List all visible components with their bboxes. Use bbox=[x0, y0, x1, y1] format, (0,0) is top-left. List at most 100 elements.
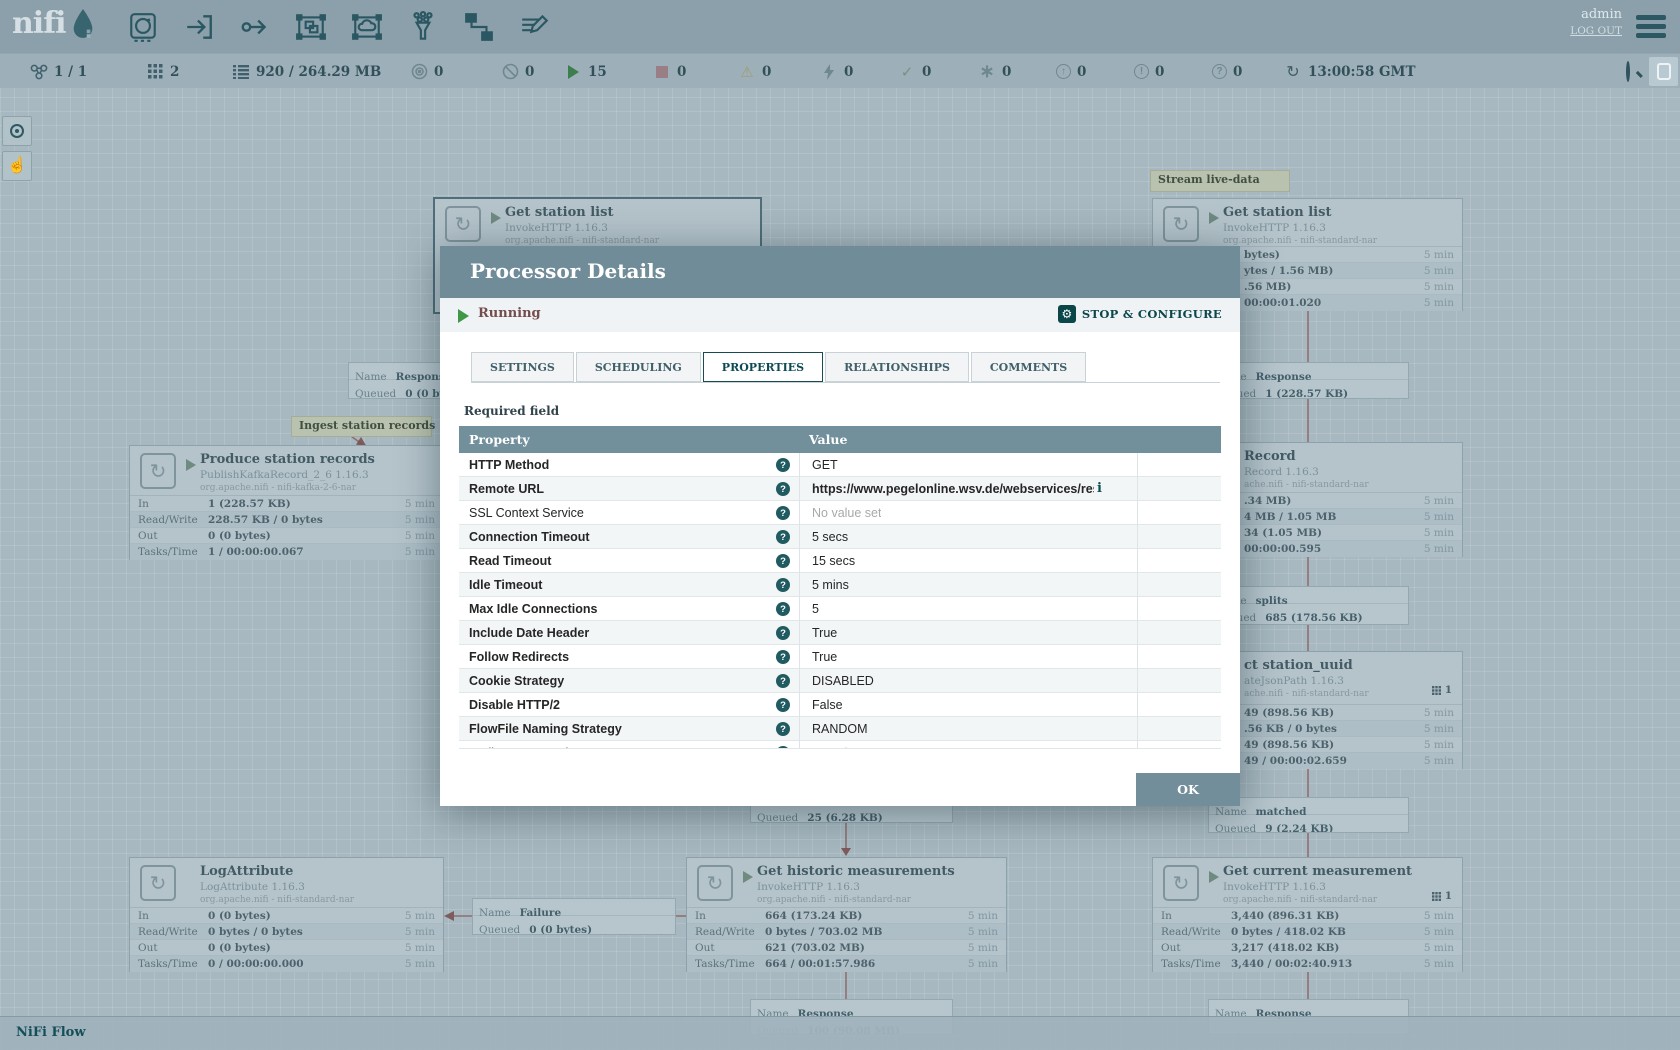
stopped-icon bbox=[653, 63, 671, 81]
processor-type: LogAttribute 1.16.3 bbox=[200, 881, 354, 893]
help-icon[interactable]: ? bbox=[776, 482, 790, 496]
dialog-header: Processor Details bbox=[440, 246, 1240, 298]
column-value: Value bbox=[799, 426, 1137, 453]
active-threads-count: 2 bbox=[170, 64, 179, 80]
tab-properties[interactable]: PROPERTIES bbox=[703, 352, 823, 382]
canvas-label[interactable]: Ingest station records bbox=[291, 416, 432, 437]
help-icon[interactable]: ? bbox=[776, 650, 790, 664]
tab-comments[interactable]: COMMENTS bbox=[971, 352, 1086, 382]
breadcrumb-bar: NiFi Flow bbox=[0, 1016, 1680, 1050]
refresh-icon[interactable]: ↻ bbox=[1284, 63, 1302, 81]
help-icon[interactable]: ? bbox=[776, 506, 790, 520]
help-icon[interactable]: ? bbox=[776, 578, 790, 592]
hand-tool-button[interactable]: ☝ bbox=[2, 151, 32, 181]
help-icon[interactable]: ? bbox=[776, 698, 790, 712]
remote-process-group-icon bbox=[351, 11, 383, 43]
processor-node-produce-station-records[interactable]: ↻ Produce station records PublishKafkaRe… bbox=[129, 445, 444, 560]
dialog-title: Processor Details bbox=[470, 259, 666, 283]
processor-bundle: ache.nifi - nifi-standard-nar bbox=[1244, 689, 1369, 699]
processor-node-get-current-measurement[interactable]: ↻ Get current measurement InvokeHTTP 1.1… bbox=[1152, 857, 1463, 972]
processor-component-button[interactable] bbox=[124, 10, 162, 44]
processor-bundle: org.apache.nifi - nifi-standard-nar bbox=[1223, 895, 1412, 905]
panel-toggle-button[interactable] bbox=[1649, 57, 1678, 86]
invalid-icon: ⚠ bbox=[738, 63, 756, 81]
help-icon[interactable]: ? bbox=[776, 554, 790, 568]
property-row: Read Timeout? 15 secs bbox=[459, 549, 1221, 573]
label-component-button[interactable] bbox=[516, 10, 554, 44]
help-icon[interactable]: ? bbox=[776, 746, 790, 749]
connection-label-queued-25[interactable]: Queued25 (6.28 KB) bbox=[750, 803, 953, 823]
not-transmitting-count: 0 bbox=[525, 64, 534, 80]
processor-icon: ↻ bbox=[1163, 206, 1199, 242]
nifi-logo: nifi bbox=[12, 6, 96, 41]
tasks-badge: 1 bbox=[1432, 684, 1452, 696]
username-label: admin bbox=[1570, 7, 1622, 22]
processor-node-get-historic-measurements[interactable]: ↻ Get historic measurements InvokeHTTP 1… bbox=[686, 857, 1007, 972]
panel-icon bbox=[1657, 63, 1671, 80]
processor-bundle: org.apache.nifi - nifi-standard-nar bbox=[505, 236, 659, 246]
stop-and-configure-button[interactable]: ⚙ STOP & CONFIGURE bbox=[1058, 305, 1222, 323]
processor-type: ateJsonPath 1.16.3 bbox=[1244, 675, 1369, 687]
sync-failure-icon: ? bbox=[1212, 64, 1227, 79]
stale-count: 0 bbox=[1077, 64, 1086, 80]
run-status-icon bbox=[743, 871, 753, 883]
property-row: Follow Redirects? True bbox=[459, 645, 1221, 669]
processor-node-logattribute[interactable]: ↻ LogAttribute LogAttribute 1.16.3 org.a… bbox=[129, 857, 444, 972]
processor-type: InvokeHTTP 1.16.3 bbox=[1223, 881, 1412, 893]
template-component-button[interactable] bbox=[460, 10, 498, 44]
property-row: Include Date Header? True bbox=[459, 621, 1221, 645]
processor-title: Produce station records bbox=[200, 452, 375, 467]
queued-icon bbox=[232, 63, 250, 81]
locally-modified-icon: ∗ bbox=[978, 63, 996, 81]
remote-process-group-component-button[interactable] bbox=[348, 10, 386, 44]
processor-type: InvokeHTTP 1.16.3 bbox=[1223, 222, 1377, 234]
running-icon bbox=[564, 63, 582, 81]
global-menu-icon[interactable] bbox=[1636, 15, 1666, 38]
processor-title: Get current measurement bbox=[1223, 864, 1412, 879]
help-icon[interactable]: ? bbox=[776, 722, 790, 736]
breadcrumb[interactable]: NiFi Flow bbox=[16, 1025, 86, 1040]
template-icon bbox=[463, 11, 495, 43]
tab-settings[interactable]: SETTINGS bbox=[471, 352, 574, 382]
tab-scheduling[interactable]: SCHEDULING bbox=[576, 352, 701, 382]
funnel-icon bbox=[407, 11, 439, 43]
transmitting-icon bbox=[410, 63, 428, 81]
output-port-component-button[interactable] bbox=[236, 10, 274, 44]
search-icon[interactable] bbox=[1626, 63, 1644, 81]
property-row: HTTP Method? GET bbox=[459, 453, 1221, 477]
help-icon[interactable]: ? bbox=[776, 530, 790, 544]
help-icon[interactable]: ? bbox=[776, 458, 790, 472]
processor-bundle: ache.nifi - nifi-standard-nar bbox=[1244, 480, 1369, 490]
locally-modified-stale-count: 0 bbox=[1155, 64, 1164, 80]
process-group-icon bbox=[295, 11, 327, 43]
property-row: Remote URL? https://www.pegelonline.wsv.… bbox=[459, 477, 1221, 501]
logout-link[interactable]: LOG OUT bbox=[1570, 25, 1622, 37]
processor-bundle: org.apache.nifi - nifi-standard-nar bbox=[200, 895, 354, 905]
funnel-component-button[interactable] bbox=[404, 10, 442, 44]
locally-modified-count: 0 bbox=[1002, 64, 1011, 80]
property-row: Idle Timeout? 5 mins bbox=[459, 573, 1221, 597]
help-icon[interactable]: ? bbox=[776, 626, 790, 640]
processor-icon: ↻ bbox=[140, 865, 176, 901]
running-state-icon bbox=[458, 309, 469, 323]
processor-title: Get station list bbox=[1223, 205, 1377, 220]
process-group-component-button[interactable] bbox=[292, 10, 330, 44]
connection-label-failure[interactable]: NameFailure Queued0 (0 bytes) bbox=[472, 898, 676, 935]
required-field-note: Required field bbox=[464, 404, 559, 418]
canvas-label[interactable]: Stream live-data bbox=[1150, 170, 1290, 192]
info-icon[interactable]: i bbox=[1097, 481, 1102, 496]
help-icon[interactable]: ? bbox=[776, 674, 790, 688]
run-status-icon bbox=[186, 459, 196, 471]
run-status-icon bbox=[1209, 871, 1219, 883]
last-refreshed-time: 13:00:58 GMT bbox=[1308, 64, 1416, 80]
input-port-icon bbox=[183, 11, 215, 43]
input-port-component-button[interactable] bbox=[180, 10, 218, 44]
not-transmitting-icon bbox=[501, 63, 519, 81]
help-icon[interactable]: ? bbox=[776, 602, 790, 616]
canvas-overview-button[interactable] bbox=[2, 116, 32, 146]
app-toolbar: nifi bbox=[0, 0, 1680, 53]
ok-button[interactable]: OK bbox=[1136, 773, 1240, 806]
disabled-icon bbox=[820, 63, 838, 81]
processor-bundle: org.apache.nifi - nifi-standard-nar bbox=[1223, 236, 1377, 246]
tab-relationships[interactable]: RELATIONSHIPS bbox=[825, 352, 969, 382]
